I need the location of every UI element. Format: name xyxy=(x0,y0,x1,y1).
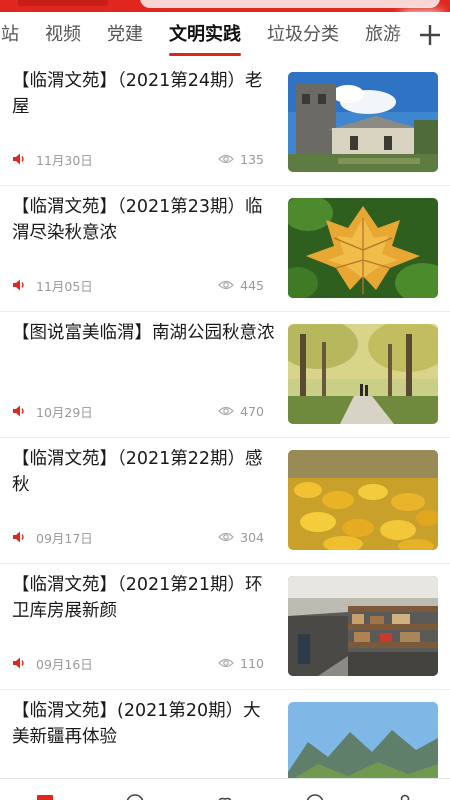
nav-video[interactable] xyxy=(123,793,147,800)
heart-icon xyxy=(218,797,232,800)
eye-icon xyxy=(218,532,234,542)
article-meta: 10月29日 470 xyxy=(12,402,264,420)
view-count: 445 xyxy=(240,277,264,293)
article-thumbnail[interactable] xyxy=(288,702,438,778)
eye-icon xyxy=(218,406,234,416)
list-item[interactable]: 【临渭文苑】（2021第23期）临渭尽染秋意浓 11月05日 445 xyxy=(0,186,450,312)
nav-discover[interactable] xyxy=(303,793,327,800)
warehouse-photo xyxy=(288,576,438,676)
view-count: 110 xyxy=(240,655,264,671)
list-item[interactable]: 【临渭文苑】（2021第22期）感秋 09月17日 304 xyxy=(0,438,450,564)
eye-icon xyxy=(218,658,234,668)
article-date: 09月17日 xyxy=(36,530,93,546)
search-box[interactable] xyxy=(140,0,440,8)
list-item[interactable]: 【图说富美临渭】南湖公园秋意浓 10月29日 470 xyxy=(0,312,450,438)
article-list: 【临渭文苑】（2021第24期）老 屋 11月30日 135 【临渭文苑】（20… xyxy=(0,60,450,778)
article-date: 11月05日 xyxy=(36,278,93,294)
compass-icon xyxy=(306,794,324,800)
article-title[interactable]: 【临渭文苑】（2021第24期）老 屋 xyxy=(12,68,278,120)
article-thumbnail[interactable] xyxy=(288,576,438,676)
play-circle-icon xyxy=(126,794,144,800)
view-count: 135 xyxy=(240,151,264,167)
article-thumbnail[interactable] xyxy=(288,450,438,550)
nav-home[interactable] xyxy=(33,793,57,800)
tab-station[interactable]: 站 xyxy=(0,12,32,58)
speaker-icon[interactable] xyxy=(12,530,26,544)
list-item[interactable]: 【临渭文苑】(2021第20期）大美新疆再体验 xyxy=(0,690,450,778)
old-house-photo xyxy=(288,72,438,172)
article-title[interactable]: 【临渭文苑】(2021第20期）大美新疆再体验 xyxy=(12,698,278,750)
speaker-icon[interactable] xyxy=(12,404,26,418)
article-meta: 11月30日 135 xyxy=(12,150,264,168)
add-tab-button[interactable] xyxy=(410,12,450,58)
category-tabs: 站 视频 党建 文明实践 垃圾分类 旅游 xyxy=(0,12,450,58)
article-meta: 09月16日 110 xyxy=(12,654,264,672)
tab-tourism[interactable]: 旅游 xyxy=(352,12,414,58)
article-title[interactable]: 【图说富美临渭】南湖公园秋意浓 xyxy=(12,320,278,372)
speaker-icon[interactable] xyxy=(12,152,26,166)
speaker-icon[interactable] xyxy=(12,278,26,292)
nav-profile[interactable] xyxy=(393,793,417,800)
article-date: 09月16日 xyxy=(36,656,93,672)
home-icon xyxy=(37,795,53,800)
plus-icon xyxy=(420,25,440,45)
eye-icon xyxy=(218,154,234,164)
ginkgo-leaves-photo xyxy=(288,450,438,550)
eye-icon xyxy=(218,280,234,290)
top-header-bar xyxy=(0,0,450,12)
article-date: 11月30日 xyxy=(36,152,93,168)
tab-video[interactable]: 视频 xyxy=(32,12,94,58)
article-title[interactable]: 【临渭文苑】（2021第21期）环卫库房展新颜 xyxy=(12,572,278,624)
tab-party[interactable]: 党建 xyxy=(94,12,156,58)
list-item[interactable]: 【临渭文苑】（2021第21期）环卫库房展新颜 09月16日 110 xyxy=(0,564,450,690)
article-thumbnail[interactable] xyxy=(288,324,438,424)
bottom-navigation-bar xyxy=(0,778,450,800)
article-title[interactable]: 【临渭文苑】（2021第22期）感秋 xyxy=(12,446,278,498)
park-path-photo xyxy=(288,324,438,424)
tab-civilization-practice[interactable]: 文明实践 xyxy=(156,12,254,58)
article-meta: 09月17日 304 xyxy=(12,528,264,546)
speaker-icon[interactable] xyxy=(12,656,26,670)
article-date: 10月29日 xyxy=(36,404,93,420)
autumn-leaf-photo xyxy=(288,198,438,298)
article-thumbnail[interactable] xyxy=(288,72,438,172)
list-item[interactable]: 【临渭文苑】（2021第24期）老 屋 11月30日 135 xyxy=(0,60,450,186)
view-count: 470 xyxy=(240,403,264,419)
user-icon xyxy=(400,794,410,800)
tab-garbage-sorting[interactable]: 垃圾分类 xyxy=(254,12,352,58)
article-thumbnail[interactable] xyxy=(288,198,438,298)
view-count: 304 xyxy=(240,529,264,545)
article-meta: 11月05日 445 xyxy=(12,276,264,294)
nav-favorites[interactable] xyxy=(213,793,237,800)
app-logo xyxy=(18,0,108,6)
xinjiang-mountain-photo xyxy=(288,702,438,778)
article-title[interactable]: 【临渭文苑】（2021第23期）临渭尽染秋意浓 xyxy=(12,194,278,246)
